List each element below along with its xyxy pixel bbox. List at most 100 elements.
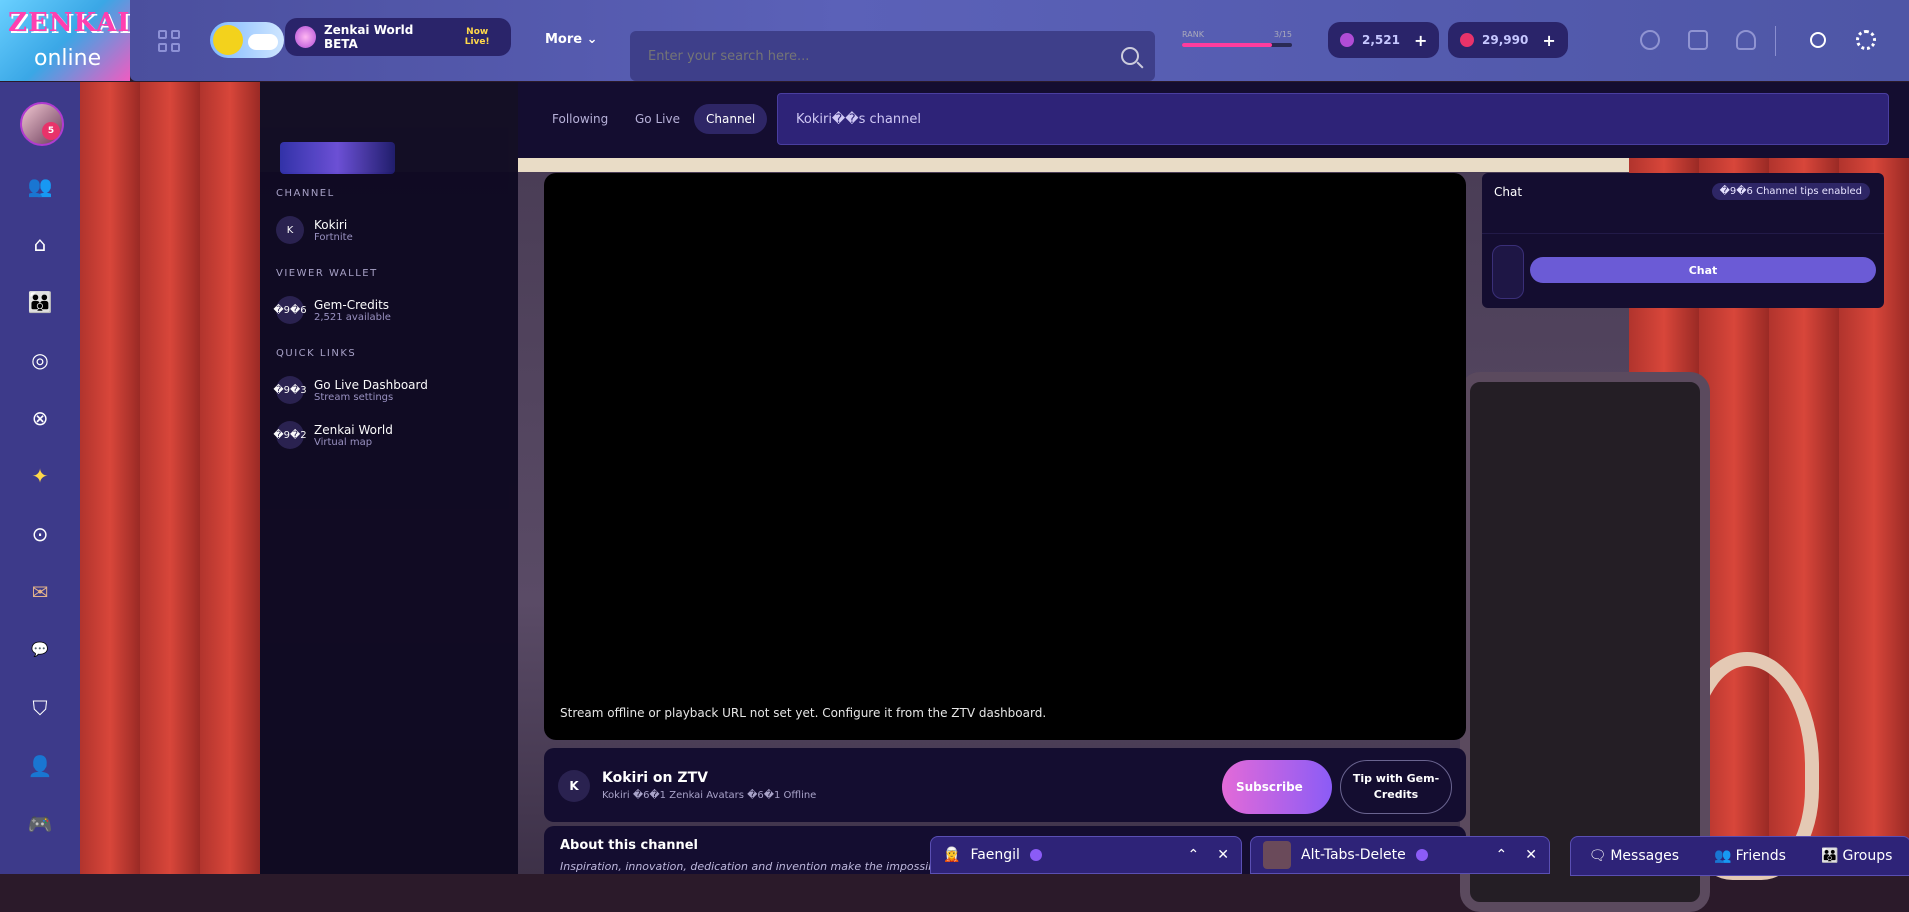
globe-icon[interactable]: ◎ <box>26 346 54 374</box>
links-heading: QUICK LINKS <box>276 348 357 359</box>
zenkai-world-button[interactable]: Zenkai World BETA Now Live! <box>285 18 511 56</box>
emoji-icon[interactable] <box>1640 30 1660 50</box>
channel-initial: K <box>276 216 304 244</box>
alt-tabs-name: Alt-Tabs-Delete <box>1301 847 1406 863</box>
left-rail: 5 👥 ⌂ 👪 ◎ ⊗ ✦ ⊙ ✉ 💬 ⛉ 👤 🎮 <box>0 82 80 874</box>
chat-heading: Chat <box>1494 185 1523 199</box>
video-player[interactable]: Stream offline or playback URL not set y… <box>544 173 1466 740</box>
user-group-icon[interactable]: 👤 <box>26 752 54 780</box>
groups-icon: 👪 <box>1821 848 1839 864</box>
scroll-icon[interactable]: ✉ <box>26 578 54 606</box>
hanger-icon[interactable]: ⌂ <box>26 230 54 258</box>
groups-link[interactable]: 👪 Groups <box>1821 848 1892 864</box>
top-bar: Zenkai World BETA Now Live! More ⌄ RANK 3… <box>130 0 1909 81</box>
channel-meta: Kokiri �6�1 Zenkai Avatars �6�1 Offline <box>602 790 817 801</box>
logo-title: ZENKAI <box>8 8 131 38</box>
sidebar-item-go-live-dashboard[interactable]: �9�3 Go Live Dashboard Stream settings <box>273 376 428 404</box>
orbs-balance[interactable]: 29,990 + <box>1448 22 1568 58</box>
dashboard-title: Go Live Dashboard <box>314 377 428 392</box>
message-icon: 🗨 <box>1588 848 1607 864</box>
shield-icon[interactable]: ⛉ <box>26 694 54 722</box>
close-icon[interactable]: ✕ <box>1217 847 1229 863</box>
sidebar-item-channel[interactable]: K Kokiri Fortnite <box>276 216 353 244</box>
avatar-notification-badge: 5 <box>42 122 60 140</box>
channel-banner <box>280 142 395 174</box>
search-icon[interactable] <box>1121 47 1139 65</box>
chat-window-alt-tabs-delete[interactable]: Alt-Tabs-Delete ⌃ ✕ <box>1250 836 1550 874</box>
tip-button[interactable]: Tip with Gem-Credits <box>1340 760 1452 814</box>
apps-grid-icon[interactable] <box>158 30 180 52</box>
verified-icon <box>1415 849 1428 861</box>
faengil-name: Faengil <box>970 847 1020 863</box>
chat-input[interactable] <box>1492 245 1524 299</box>
faengil-avatar-icon: 🧝 <box>943 847 961 863</box>
gems-balance[interactable]: 2,521 + <box>1328 22 1440 58</box>
chat-bubble-icon[interactable] <box>1688 30 1708 50</box>
gems-value: 2,521 <box>1362 33 1400 47</box>
compass-icon[interactable]: ⊙ <box>26 520 54 548</box>
bell-icon[interactable] <box>1736 30 1756 50</box>
channel-sidebar: CHANNEL K Kokiri Fortnite VIEWER WALLET … <box>260 82 518 874</box>
rank-progress: RANK 3/15 <box>1182 30 1292 47</box>
zenkai-world-title: Zenkai World <box>314 422 393 437</box>
gamepad-icon[interactable]: 🎮 <box>26 810 54 838</box>
bottom-links: 🗨 Messages 👥 Friends 👪 Groups <box>1570 836 1909 876</box>
add-orbs-icon[interactable]: + <box>1542 31 1555 50</box>
tab-following[interactable]: Following <box>540 104 620 134</box>
channel-title: Kokiri��s channel <box>777 93 1889 145</box>
logo[interactable]: ZENKAI online <box>0 0 130 81</box>
channel-info-bar: K Kokiri on ZTV Kokiri �6�1 Zenkai Avata… <box>544 748 1466 822</box>
curtain-left <box>80 82 260 874</box>
chevron-up-icon[interactable]: ⌃ <box>1188 847 1200 863</box>
channel-display-name: Kokiri on ZTV <box>602 770 708 786</box>
zenkai-world-sub: Virtual map <box>314 436 373 448</box>
chat-send-button[interactable]: Chat <box>1530 257 1876 283</box>
chevron-up-icon[interactable]: ⌃ <box>1496 847 1508 863</box>
close-circle-icon[interactable]: ⊗ <box>26 404 54 432</box>
messages-label: Messages <box>1610 848 1679 864</box>
topbar-divider <box>1775 26 1776 56</box>
about-text: Inspiration, innovation, dedication and … <box>560 860 949 873</box>
more-label: More <box>545 32 583 47</box>
search-input[interactable] <box>646 47 1110 65</box>
friends-label: Friends <box>1735 848 1786 864</box>
sidebar-item-wallet[interactable]: �9�6 Gem-Credits 2,521 available <box>273 296 391 324</box>
alt-tabs-avatar <box>1263 841 1291 869</box>
friends-icon[interactable]: 👪 <box>26 288 54 316</box>
chat-symbols-icon[interactable]: 💬 <box>26 636 54 664</box>
wallet-icon: �9�6 <box>273 296 307 324</box>
community-icon[interactable]: 👥 <box>26 172 54 200</box>
wallet-heading: VIEWER WALLET <box>276 268 378 279</box>
sidebar-item-zenkai-world[interactable]: �9�2 Zenkai World Virtual map <box>273 421 393 449</box>
chat-divider <box>1482 233 1884 234</box>
channel-game: Fortnite <box>314 231 353 243</box>
channel-name: Kokiri <box>314 217 348 232</box>
more-menu[interactable]: More ⌄ <box>545 32 598 47</box>
gem-icon <box>1340 33 1354 47</box>
subscribe-button[interactable]: Subscribe <box>1222 760 1332 814</box>
friends-link[interactable]: 👥 Friends <box>1714 848 1786 864</box>
zenkai-world-icon <box>295 26 316 48</box>
tab-channel[interactable]: Channel <box>694 104 768 134</box>
wallet-available: 2,521 available <box>314 311 391 323</box>
player-offline-message: Stream offline or playback URL not set y… <box>560 706 1047 720</box>
sparkle-icon[interactable]: ✦ <box>26 462 54 490</box>
messages-link[interactable]: 🗨 Messages <box>1589 848 1679 864</box>
sun-icon[interactable] <box>1810 32 1826 48</box>
rank-value: 3/15 <box>1274 30 1292 39</box>
tips-enabled-badge: �9�6 Channel tips enabled <box>1711 183 1870 200</box>
map-icon: �9�2 <box>273 421 307 449</box>
gear-icon[interactable] <box>1856 30 1876 50</box>
wallet-title: Gem-Credits <box>314 297 390 312</box>
about-heading: About this channel <box>560 838 698 853</box>
friends-icon: 👥 <box>1714 848 1732 864</box>
add-gems-icon[interactable]: + <box>1414 31 1427 50</box>
theme-toggle[interactable] <box>210 22 284 58</box>
rank-label: RANK <box>1182 30 1204 39</box>
sun-knob-icon <box>213 25 243 55</box>
tab-go-live[interactable]: Go Live <box>623 104 692 134</box>
logo-subtitle: online <box>34 46 102 71</box>
close-icon[interactable]: ✕ <box>1525 847 1537 863</box>
orb-icon <box>1460 33 1474 47</box>
chat-window-faengil[interactable]: 🧝 Faengil ⌃ ✕ <box>930 836 1242 874</box>
